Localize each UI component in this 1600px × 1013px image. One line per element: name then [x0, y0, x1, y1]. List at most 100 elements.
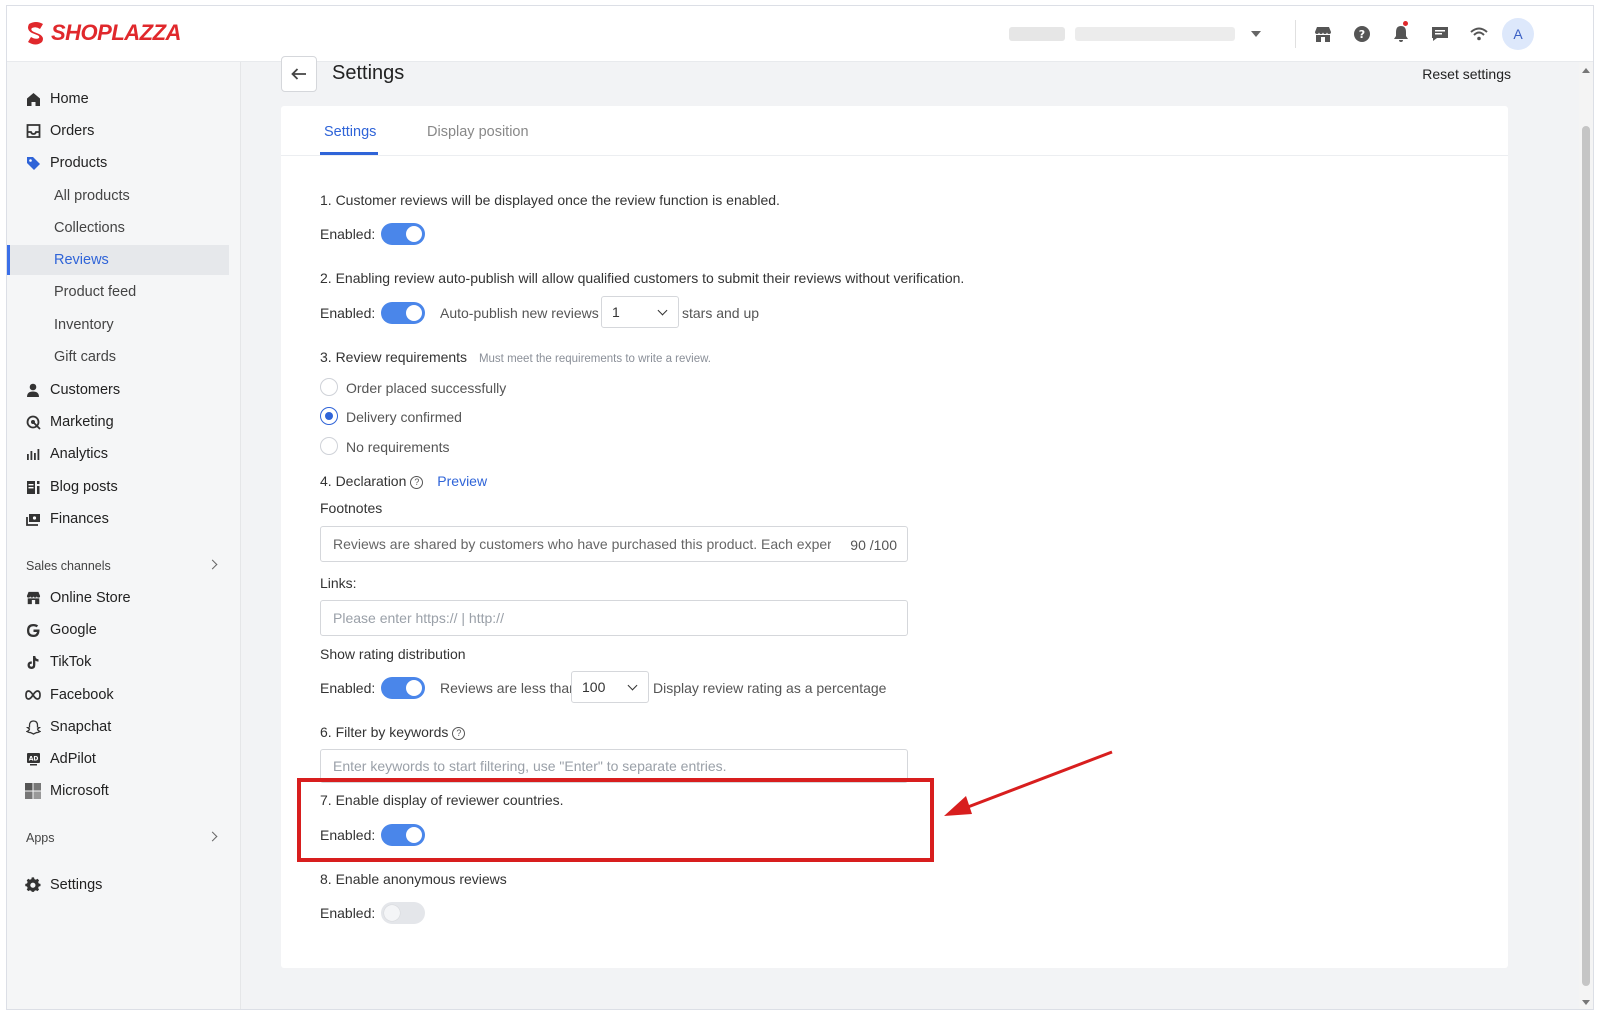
section-label: Sales channels — [26, 559, 111, 573]
links-placeholder: Please enter https:// | http:// — [333, 610, 504, 626]
section-1-description: 1. Customer reviews will be displayed on… — [320, 192, 780, 208]
sidebar: Home Orders Products All products Collec… — [7, 62, 241, 1009]
store-name-blurred — [1009, 27, 1065, 41]
sidebar-item-customers[interactable]: Customers — [7, 375, 229, 405]
chat-icon[interactable] — [1420, 18, 1459, 50]
sidebar-item-label: Products — [50, 155, 108, 171]
sidebar-item-reviews[interactable]: Reviews — [7, 245, 229, 275]
chevron-down-icon — [627, 680, 638, 691]
sidebar-item-orders[interactable]: Orders — [7, 116, 229, 146]
sidebar-item-label: Product feed — [54, 284, 137, 300]
google-icon — [25, 622, 41, 638]
section-5-enabled-label: Enabled: — [320, 680, 376, 696]
sidebar-item-label: AdPilot — [50, 751, 96, 767]
help-icon[interactable]: ? — [410, 475, 424, 489]
sidebar-item-analytics[interactable]: Analytics — [7, 439, 229, 469]
stars-suffix: stars and up — [682, 305, 760, 321]
help-icon[interactable]: ? — [452, 726, 466, 740]
meta-infinity-icon — [25, 687, 41, 703]
help-icon[interactable]: ? — [1342, 18, 1381, 50]
inbox-icon — [25, 123, 41, 139]
svg-text:AD: AD — [28, 756, 38, 763]
scroll-up-arrow-icon[interactable] — [1582, 68, 1590, 73]
store-icon — [25, 590, 41, 606]
snapchat-ghost-icon — [25, 719, 41, 735]
radio-order-placed-label: Order placed successfully — [346, 380, 507, 396]
sidebar-item-adpilot[interactable]: AD AdPilot — [7, 744, 229, 774]
sidebar-item-label: Settings — [50, 877, 103, 893]
sidebar-item-finances[interactable]: Finances — [7, 504, 229, 534]
store-selector[interactable] — [1009, 23, 1289, 45]
review-function-toggle[interactable] — [381, 223, 425, 245]
section-1-enabled-label: Enabled: — [320, 226, 376, 242]
wallet-icon — [25, 511, 41, 527]
scroll-thumb[interactable] — [1582, 126, 1590, 986]
apps-header[interactable]: Apps — [26, 828, 226, 848]
sidebar-item-home[interactable]: Home — [7, 84, 229, 114]
radio-order-placed[interactable] — [320, 378, 338, 396]
sidebar-item-label: Orders — [50, 123, 95, 139]
rating-distribution-toggle[interactable] — [381, 677, 425, 699]
top-actions: ? A — [1303, 18, 1534, 50]
sidebar-item-facebook[interactable]: Facebook — [7, 680, 229, 710]
stars-select-value: 1 — [612, 304, 620, 320]
sidebar-item-label: Blog posts — [50, 479, 118, 495]
sidebar-item-snapchat[interactable]: Snapchat — [7, 712, 229, 742]
radio-delivery-confirmed-label: Delivery confirmed — [346, 409, 462, 425]
sidebar-item-label: TikTok — [50, 654, 92, 670]
auto-publish-toggle[interactable] — [381, 302, 425, 324]
sidebar-item-tiktok[interactable]: TikTok — [7, 647, 229, 677]
tab-display-position[interactable]: Display position — [427, 124, 529, 140]
sidebar-item-microsoft[interactable]: Microsoft — [7, 776, 229, 806]
avatar[interactable]: A — [1502, 18, 1534, 50]
reset-settings-button[interactable]: Reset settings — [1422, 66, 1511, 82]
radio-no-requirements[interactable] — [320, 437, 338, 455]
sales-channels-header[interactable]: Sales channels — [26, 556, 226, 576]
wifi-icon[interactable] — [1459, 18, 1498, 50]
tag-icon — [25, 155, 41, 171]
store-icon[interactable] — [1303, 18, 1342, 50]
divider — [1295, 20, 1296, 48]
section-8-title: 8. Enable anonymous reviews — [320, 871, 507, 887]
sidebar-item-blog-posts[interactable]: Blog posts — [7, 472, 229, 502]
sidebar-item-label: Inventory — [54, 317, 114, 333]
footnotes-input[interactable]: Reviews are shared by customers who have… — [320, 526, 908, 562]
annotation-arrow-icon — [944, 750, 1113, 816]
auto-publish-label: Auto-publish new reviews — [440, 305, 599, 321]
sidebar-item-google[interactable]: Google — [7, 615, 229, 645]
sidebar-item-product-feed[interactable]: Product feed — [7, 277, 229, 307]
chevron-right-icon — [207, 831, 218, 842]
microsoft-icon — [25, 783, 41, 799]
sidebar-item-collections[interactable]: Collections — [7, 213, 229, 243]
sidebar-item-products[interactable]: Products — [7, 148, 229, 178]
sidebar-item-inventory[interactable]: Inventory — [7, 310, 229, 340]
anonymous-reviews-toggle[interactable] — [381, 902, 425, 924]
section-4-title-text: 4. Declaration — [320, 473, 407, 489]
arrow-left-icon — [291, 68, 306, 80]
scroll-down-arrow-icon[interactable] — [1582, 1000, 1590, 1005]
percentage-label: Display review rating as a percentage — [653, 680, 887, 696]
sidebar-item-marketing[interactable]: Marketing — [7, 407, 229, 437]
links-input[interactable]: Please enter https:// | http:// — [320, 600, 908, 636]
logo[interactable]: SHOPLAZZA — [25, 20, 181, 46]
sidebar-item-label: Collections — [54, 220, 125, 236]
tiktok-icon — [25, 654, 41, 670]
reviews-threshold-select[interactable]: 100 — [571, 671, 649, 703]
sidebar-item-gift-cards[interactable]: Gift cards — [7, 342, 229, 372]
preview-link[interactable]: Preview — [437, 473, 487, 489]
sidebar-item-all-products[interactable]: All products — [7, 181, 229, 211]
sidebar-item-settings[interactable]: Settings — [7, 870, 229, 900]
sidebar-item-label: Gift cards — [54, 349, 117, 365]
stars-select[interactable]: 1 — [601, 296, 679, 328]
scrollbar[interactable] — [1579, 62, 1593, 1009]
section-2-description: 2. Enabling review auto-publish will all… — [320, 270, 965, 286]
sidebar-item-label: Snapchat — [50, 719, 112, 735]
annotation-highlight-box — [297, 778, 934, 862]
bell-icon[interactable] — [1381, 18, 1420, 50]
tab-settings[interactable]: Settings — [324, 124, 376, 140]
sidebar-item-online-store[interactable]: Online Store — [7, 583, 229, 613]
top-bar: SHOPLAZZA ? A — [7, 6, 1593, 62]
back-button[interactable] — [281, 56, 317, 92]
radio-delivery-confirmed[interactable] — [320, 407, 338, 425]
section-6-title-text: 6. Filter by keywords — [320, 724, 449, 740]
